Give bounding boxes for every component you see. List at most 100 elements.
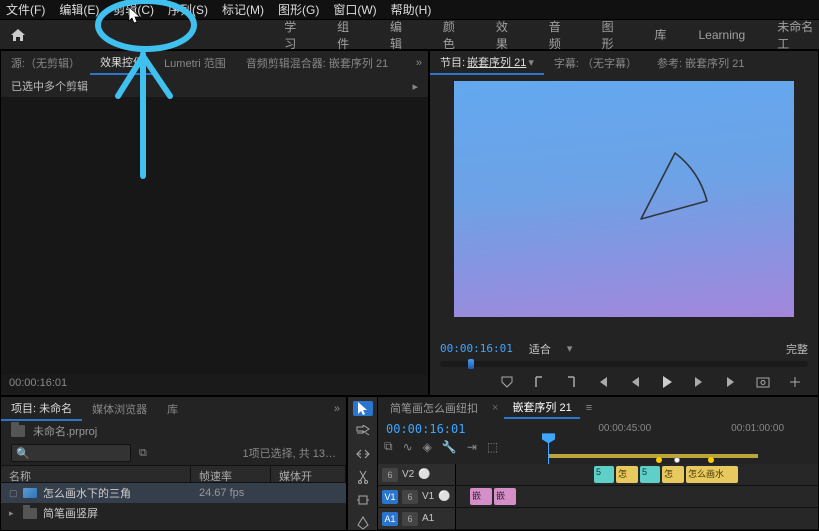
menu-window[interactable]: 窗口(W) — [333, 1, 376, 18]
go-to-out-icon[interactable] — [722, 373, 740, 391]
link-icon[interactable]: ∿ — [403, 440, 413, 454]
slip-tool-icon[interactable] — [353, 492, 373, 507]
workspace-bar: 学习 组件 编辑 颜色 效果 音频 图形 库 Learning 未命名工 — [0, 20, 819, 50]
menu-help[interactable]: 帮助(H) — [391, 1, 432, 18]
ws-assembly[interactable]: 组件 — [337, 18, 358, 52]
tab-lumetri-scopes[interactable]: Lumetri 范围 — [154, 55, 236, 71]
program-transport-bar — [432, 370, 816, 393]
play-icon[interactable] — [658, 373, 676, 391]
insert-icon[interactable]: ⇥ — [467, 440, 477, 454]
menu-marker[interactable]: 标记(M) — [222, 1, 264, 18]
timeline-timecode[interactable]: 00:00:16:01 — [382, 422, 465, 436]
ripple-tool-icon[interactable] — [353, 447, 373, 462]
menu-graphics[interactable]: 图形(G) — [278, 1, 319, 18]
col-fps[interactable]: 帧速率 — [191, 466, 271, 482]
tab-program[interactable]: 节目: 嵌套序列 21 ▾ — [430, 51, 544, 75]
settings-wrench-icon[interactable]: 🔧 — [442, 440, 457, 454]
mark-out-icon[interactable] — [562, 373, 580, 391]
track-select-tool-icon[interactable] — [353, 424, 373, 439]
menu-file[interactable]: 文件(F) — [6, 1, 45, 18]
ws-audio[interactable]: 音频 — [549, 18, 570, 52]
ws-libraries[interactable]: 库 — [654, 26, 666, 43]
ws-effects[interactable]: 效果 — [496, 18, 517, 52]
caret-icon[interactable]: ▸ — [412, 80, 418, 93]
track-head-a1[interactable]: A1 6 A1 — [378, 508, 456, 530]
effect-controls-message-row: 已选中多个剪辑 ▸ — [1, 75, 428, 97]
ws-graphics[interactable]: 图形 — [602, 18, 623, 52]
timeline-tab-1[interactable]: 嵌套序列 21 — [504, 397, 579, 419]
project-panel-menu-icon[interactable]: » — [328, 403, 346, 415]
ruler-tick: 00:01:00:00 — [731, 423, 784, 434]
timeline-marker[interactable] — [674, 457, 680, 463]
pen-tool-icon[interactable] — [353, 515, 373, 530]
track-head-v2[interactable]: 6 V2 ⚪ — [378, 464, 456, 486]
go-to-in-icon[interactable] — [594, 373, 612, 391]
track-head-v1[interactable]: V1 6 V1 ⚪ — [378, 486, 456, 508]
marker-tool-icon[interactable]: ◈ — [423, 440, 432, 454]
timeline-marker[interactable] — [656, 457, 662, 463]
ws-edit[interactable]: 编辑 — [390, 18, 411, 52]
menu-clip[interactable]: 剪辑(C) — [113, 1, 154, 18]
timeline-tracks[interactable]: 6 V2 ⚪ 5怎5怎怎么画水 V1 6 V1 ⚪ 嵌嵌 — [378, 464, 818, 530]
program-timecode[interactable]: 00:00:16:01 — [440, 342, 513, 355]
program-viewport[interactable] — [432, 77, 816, 339]
timeline-marker[interactable] — [708, 457, 714, 463]
ws-color[interactable]: 颜色 — [443, 18, 464, 52]
selection-tool-icon[interactable] — [353, 401, 373, 416]
export-frame-icon[interactable] — [754, 373, 772, 391]
project-search-input[interactable]: 🔍 — [11, 444, 131, 462]
project-row[interactable]: ▸简笔画竖屏 — [1, 503, 346, 523]
step-back-icon[interactable] — [626, 373, 644, 391]
track-source-toggle[interactable]: V1 — [382, 490, 398, 504]
timeline-clip[interactable]: 嵌 — [470, 488, 492, 505]
project-filename: 未命名.prproj — [33, 423, 97, 439]
tab-media-browser[interactable]: 媒体浏览器 — [82, 401, 157, 417]
tab-project[interactable]: 项目: 未命名 — [1, 397, 82, 421]
project-row-fps: 24.67 fps — [191, 487, 271, 499]
program-zoom-fit[interactable]: 适合 — [529, 341, 551, 357]
razor-tool-icon[interactable] — [353, 469, 373, 484]
tab-libraries[interactable]: 库 — [157, 401, 188, 417]
tab-effect-controls[interactable]: 效果控件 — [90, 51, 154, 75]
ws-untitled[interactable]: 未命名工 — [777, 18, 819, 52]
home-icon[interactable] — [8, 28, 29, 42]
mark-in-icon[interactable] — [530, 373, 548, 391]
snap-icon[interactable]: ⧉ — [384, 439, 393, 454]
program-fit-end: 完整 — [786, 341, 808, 357]
tab-source[interactable]: 源:（无剪辑） — [1, 55, 90, 71]
timeline-clip[interactable]: 怎 — [662, 466, 684, 483]
col-media[interactable]: 媒体开 — [271, 466, 346, 482]
project-list[interactable]: ▢怎么画水下的三角 24.67 fps ▸简笔画竖屏 — [1, 483, 346, 530]
bin-icon — [11, 425, 25, 437]
step-fwd-icon[interactable] — [690, 373, 708, 391]
project-row[interactable]: ▢怎么画水下的三角 24.67 fps — [1, 483, 346, 503]
track-label: V2 — [402, 469, 414, 480]
overwrite-icon[interactable]: ⬚ — [487, 440, 498, 454]
menu-edit[interactable]: 编辑(E) — [59, 1, 99, 18]
program-scrubber[interactable] — [440, 361, 808, 367]
timeline-clip[interactable]: 嵌 — [494, 488, 516, 505]
track-toggle[interactable]: 6 — [382, 468, 398, 482]
program-frame — [454, 81, 794, 317]
timeline-clip[interactable]: 怎 — [616, 466, 638, 483]
ws-learn[interactable]: 学习 — [284, 18, 305, 52]
timeline-clip[interactable]: 5 — [594, 466, 614, 483]
timeline-tab-0[interactable]: 简笔画怎么画纽扣 — [382, 398, 486, 418]
track-toggle[interactable]: 6 — [402, 512, 418, 526]
ws-learning[interactable]: Learning — [699, 28, 746, 42]
timeline-ruler[interactable] — [456, 455, 818, 464]
track-source-toggle[interactable]: A1 — [382, 512, 398, 526]
folder-icon — [23, 508, 37, 519]
timeline-clip[interactable]: 怎么画水 — [686, 466, 738, 483]
tab-audio-mixer[interactable]: 音频剪辑混合器: 嵌套序列 21 — [236, 55, 398, 71]
col-name[interactable]: 名称 — [1, 466, 191, 482]
settings-icon[interactable] — [786, 373, 804, 391]
panel-menu-icon[interactable]: » — [410, 57, 428, 69]
project-row-name: 简笔画竖屏 — [43, 505, 98, 521]
track-toggle[interactable]: 6 — [402, 490, 418, 504]
add-marker-icon[interactable] — [498, 373, 516, 391]
project-filter-icon[interactable]: ⧉ — [139, 447, 147, 460]
program-scrubber-handle[interactable] — [468, 359, 474, 369]
menu-sequence[interactable]: 序列(S) — [168, 1, 208, 18]
timeline-clip[interactable]: 5 — [640, 466, 660, 483]
